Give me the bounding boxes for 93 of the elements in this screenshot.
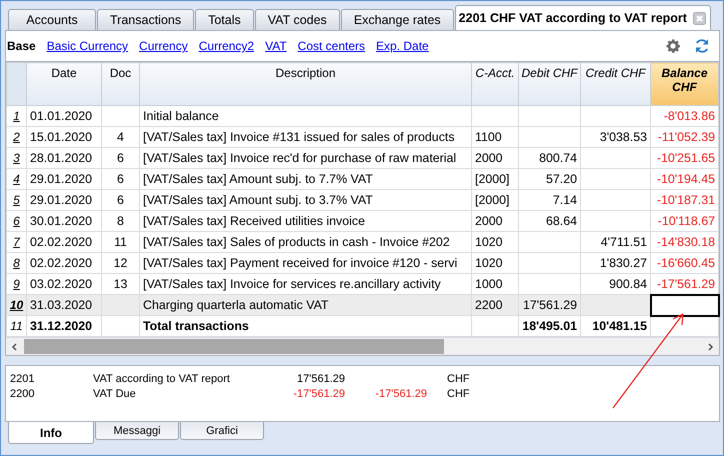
table-cell: 17'561.29 — [518, 294, 580, 316]
view-link[interactable]: Exp. Date — [376, 39, 429, 53]
table-cell: -10'194.45 — [650, 168, 718, 190]
horizontal-scrollbar[interactable] — [6, 337, 719, 355]
tab[interactable]: Totals — [195, 9, 254, 30]
account-description: VAT according to VAT report — [93, 372, 231, 384]
table-cell: 4'711.51 — [580, 232, 650, 252]
account-number: 2201 — [10, 372, 36, 384]
table-cell: [VAT/Sales tax] Sales of products in cash - Invoice #202 — [140, 232, 472, 252]
column-header[interactable]: Balance CHF — [650, 62, 718, 106]
account-number: 2200 — [10, 388, 36, 400]
table-cell: [VAT/Sales tax] Payment received for invoice #120 - servi — [140, 252, 472, 274]
table-cell: [VAT/Sales tax] Received utilities invoice — [140, 210, 472, 232]
tab[interactable]: Transactions — [97, 9, 194, 30]
table-cell: 1100 — [472, 126, 518, 148]
table-cell: -14'830.18 — [650, 232, 718, 252]
refresh-icon[interactable] — [693, 37, 711, 55]
row-number[interactable]: 3 — [6, 148, 26, 168]
table-cell: -11'052.39 — [650, 126, 718, 148]
tab[interactable]: Messaggi — [95, 422, 179, 440]
table-cell: 29.01.2020 — [26, 190, 102, 210]
table-cell: 3'038.53 — [580, 126, 650, 148]
table-cell: 12 — [102, 252, 140, 274]
table-cell: 02.02.2020 — [26, 232, 102, 252]
account-description: VAT Due — [93, 388, 137, 400]
amount: -17'561.29 — [292, 388, 345, 400]
table-cell: 6 — [102, 148, 140, 168]
row-number[interactable]: 8 — [6, 252, 26, 274]
table-cell: [2000] — [472, 168, 518, 190]
table-cell: -8'013.86 — [650, 106, 718, 126]
table-cell: 29.01.2020 — [26, 168, 102, 190]
table-cell: 57.20 — [518, 168, 580, 190]
table-cell: Initial balance — [140, 106, 472, 126]
table-cell: -16'660.45 — [650, 252, 718, 274]
tab[interactable]: 2201 CHF VAT according to VAT report — [454, 5, 711, 30]
table-cell: 02.02.2020 — [26, 252, 102, 274]
tab[interactable]: VAT codes — [254, 9, 340, 30]
column-header[interactable]: Date — [26, 62, 102, 106]
table-cell: 2200 — [472, 294, 518, 316]
table-cell: 30.01.2020 — [26, 210, 102, 232]
column-header[interactable]: C-Acct. — [472, 62, 518, 106]
settings-icon[interactable] — [664, 37, 682, 55]
row-number[interactable]: 10 — [6, 294, 26, 316]
table-cell: -10'187.31 — [650, 190, 718, 210]
table-cell: 1'830.27 — [580, 252, 650, 274]
tab[interactable]: Info — [8, 422, 94, 444]
view-label[interactable]: Base — [7, 39, 36, 53]
tab[interactable]: Accounts — [8, 9, 96, 30]
table-cell: 800.74 — [518, 148, 580, 168]
view-link[interactable]: Basic Currency — [46, 39, 128, 53]
table-cell: 8 — [102, 210, 140, 232]
view-link[interactable]: VAT — [265, 39, 287, 53]
table-cell: [VAT/Sales tax] Invoice #131 issued for sales of products — [140, 126, 472, 148]
currency: CHF — [447, 372, 470, 384]
table-cell: [VAT/Sales tax] Amount subj. to 3.7% VAT — [140, 190, 472, 210]
currency: CHF — [447, 388, 470, 400]
table-cell: 6 — [102, 168, 140, 190]
table-cell: [VAT/Sales tax] Invoice rec'd for purchase of raw material — [140, 148, 472, 168]
row-number[interactable]: 5 — [6, 190, 26, 210]
table-cell: [VAT/Sales tax] Amount subj. to 7.7% VAT — [140, 168, 472, 190]
table-cell: Charging quarterla automatic VAT — [140, 294, 472, 316]
column-header[interactable]: Debit CHF — [518, 62, 580, 106]
view-link[interactable]: Currency — [139, 39, 188, 53]
table-cell: 4 — [102, 126, 140, 148]
table-cell: 01.01.2020 — [26, 106, 102, 126]
row-number[interactable]: 2 — [6, 126, 26, 148]
table-cell: [2000] — [472, 190, 518, 210]
table-cell: 31.03.2020 — [26, 294, 102, 316]
table-cell: 11 — [102, 232, 140, 252]
view-link[interactable]: Currency2 — [198, 39, 254, 53]
tab[interactable]: Grafici — [180, 422, 264, 440]
table-cell: 2000 — [472, 148, 518, 168]
table-cell: 2000 — [472, 210, 518, 232]
table-cell: 7.14 — [518, 190, 580, 210]
table-cell: 68.64 — [518, 210, 580, 232]
amount: 17'561.29 — [296, 372, 345, 384]
column-header[interactable]: Doc — [102, 62, 140, 106]
table-cell: 15.01.2020 — [26, 126, 102, 148]
row-number[interactable]: 4 — [6, 168, 26, 190]
tab[interactable]: Exchange rates — [340, 9, 454, 30]
table-cell: 6 — [102, 190, 140, 210]
table-cell: 1020 — [472, 232, 518, 252]
column-header[interactable]: Credit CHF — [580, 62, 650, 106]
table-cell: 1020 — [472, 252, 518, 274]
table-cell: -10'251.65 — [650, 148, 718, 168]
table-cell: -10'118.67 — [650, 210, 718, 232]
row-number[interactable]: 1 — [6, 106, 26, 126]
view-link[interactable]: Cost centers — [298, 39, 366, 53]
row-number[interactable]: 6 — [6, 210, 26, 232]
row-number[interactable]: 7 — [6, 232, 26, 252]
column-header[interactable]: Description — [140, 62, 472, 106]
amount: -17'561.29 — [374, 388, 427, 400]
table-cell: 28.01.2020 — [26, 148, 102, 168]
